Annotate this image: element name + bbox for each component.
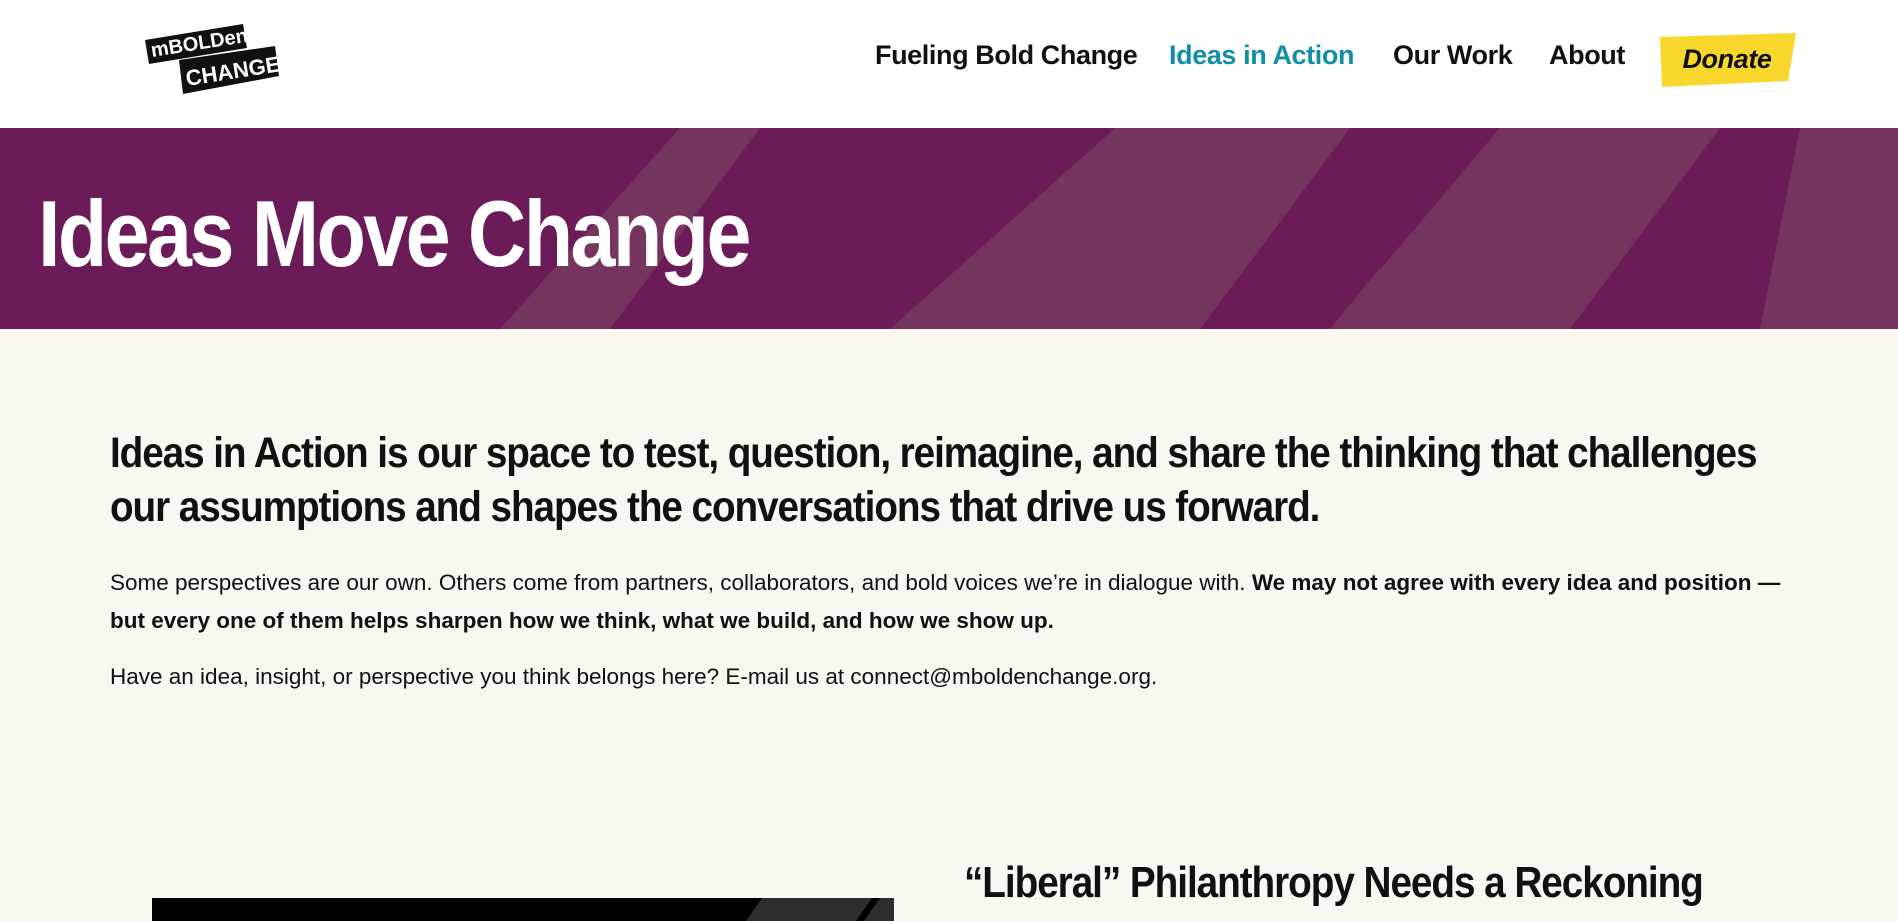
site-header: mBOLDen CHANGE Fueling Bold Change Ideas… <box>0 0 1898 128</box>
intro-section: Ideas in Action is our space to test, qu… <box>110 426 1810 689</box>
thumbnail-stripe-icon <box>746 898 894 921</box>
donate-button[interactable]: Donate <box>1658 33 1796 87</box>
nav-item-ideas-in-action[interactable]: Ideas in Action <box>1169 40 1354 71</box>
donate-label: Donate <box>1682 44 1772 74</box>
hero-banner: Ideas Move Change <box>0 128 1898 329</box>
article-title[interactable]: “Liberal” Philanthropy Needs a Reckoning <box>964 858 1704 908</box>
intro-paragraph-perspectives: Some perspectives are our own. Others co… <box>110 564 1810 640</box>
intro-paragraph-contact: Have an idea, insight, or perspective yo… <box>110 664 1158 689</box>
hero-title: Ideas Move Change <box>38 181 751 286</box>
intro-heading: Ideas in Action is our space to test, qu… <box>110 429 1758 531</box>
nav-item-fueling-bold-change[interactable]: Fueling Bold Change <box>875 40 1138 71</box>
main-nav: Fueling Bold Change Ideas in Action Our … <box>0 0 1898 118</box>
nav-item-about[interactable]: About <box>1549 40 1625 71</box>
intro-paragraph-regular-text: Some perspectives are our own. Others co… <box>110 570 1252 595</box>
article-thumbnail[interactable] <box>152 898 894 921</box>
nav-item-our-work[interactable]: Our Work <box>1393 40 1513 71</box>
